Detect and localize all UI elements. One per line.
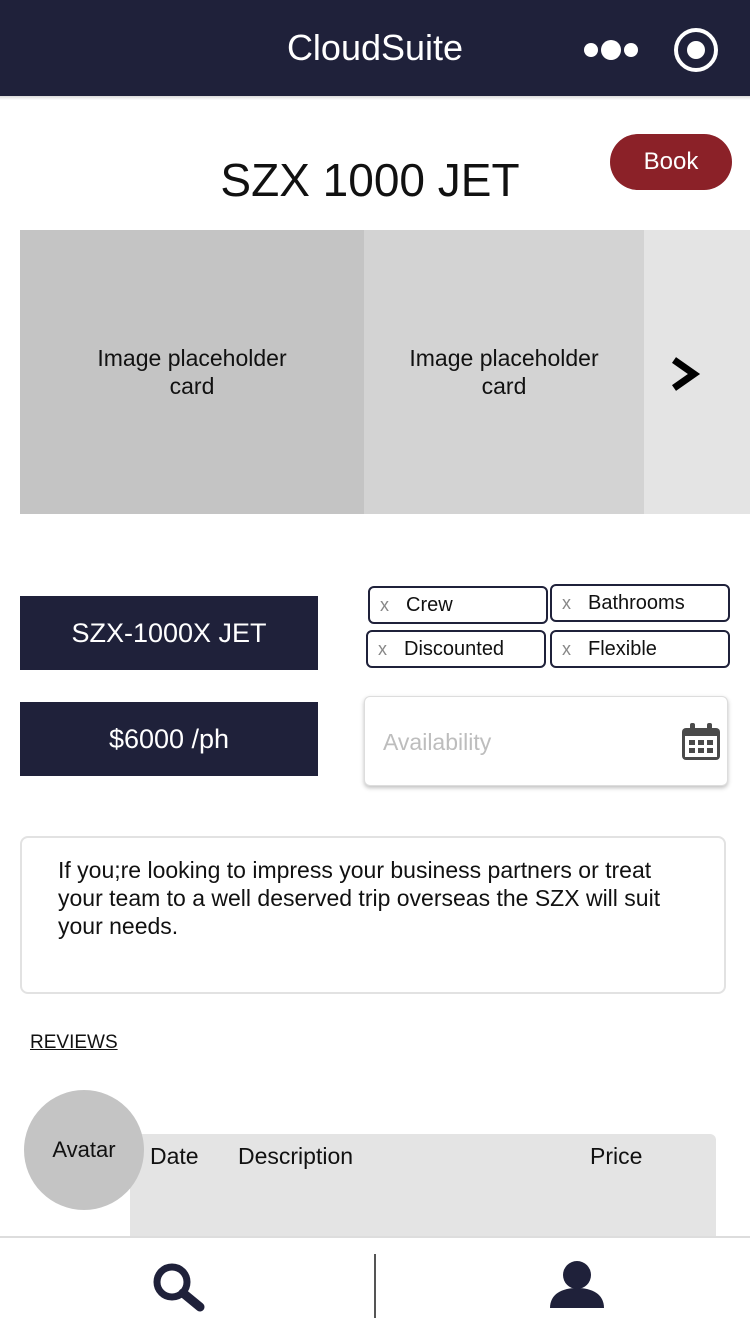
- image-card-label: Image placeholder card: [409, 345, 599, 399]
- filter-chip-flexible[interactable]: x Flexible: [550, 630, 730, 668]
- avatar: Avatar: [24, 1090, 144, 1210]
- description-box: If you;re looking to impress your busine…: [20, 836, 726, 994]
- user-icon[interactable]: [548, 1260, 606, 1310]
- chip-remove-icon[interactable]: x: [380, 588, 389, 622]
- top-bar-shadow: [0, 96, 750, 100]
- review-column-price: Price: [590, 1143, 643, 1169]
- image-carousel[interactable]: Image placeholder card Image placeholder…: [20, 230, 750, 514]
- aircraft-name-button[interactable]: SZX-1000X JET: [20, 596, 318, 670]
- image-card[interactable]: Image placeholder card: [20, 230, 364, 514]
- filter-chip-crew[interactable]: x Crew: [368, 586, 548, 624]
- filter-chip-bathrooms[interactable]: x Bathrooms: [550, 584, 730, 622]
- chip-label: Discounted: [404, 638, 505, 660]
- nav-divider: [374, 1254, 376, 1318]
- review-column-description: Description: [238, 1143, 354, 1169]
- chip-remove-icon[interactable]: x: [378, 632, 387, 666]
- filter-chip-discounted[interactable]: x Discounted: [366, 630, 546, 668]
- price-button[interactable]: $6000 /ph: [20, 702, 318, 776]
- availability-placeholder: Availability: [383, 729, 492, 755]
- search-icon[interactable]: [148, 1262, 208, 1312]
- book-button[interactable]: Book: [610, 134, 732, 190]
- top-app-bar: CloudSuite: [0, 0, 750, 96]
- image-card[interactable]: Image placeholder card: [364, 230, 644, 514]
- review-column-date: Date: [150, 1143, 199, 1169]
- more-dots-icon[interactable]: [584, 40, 638, 60]
- chevron-right-icon[interactable]: [668, 356, 702, 392]
- chip-remove-icon[interactable]: x: [562, 632, 571, 666]
- availability-date-field[interactable]: Availability: [364, 696, 728, 786]
- chip-label: Flexible: [588, 638, 657, 660]
- bottom-navigation: [0, 1236, 750, 1334]
- chip-label: Crew: [406, 594, 453, 616]
- description-text: If you;re looking to impress your busine…: [58, 857, 661, 939]
- reviews-heading[interactable]: REVIEWS: [30, 1032, 118, 1054]
- chip-label: Bathrooms: [588, 592, 685, 614]
- image-card-label: Image placeholder card: [97, 345, 287, 399]
- chip-remove-icon[interactable]: x: [562, 586, 571, 620]
- radio-target-icon[interactable]: [674, 28, 718, 72]
- calendar-icon[interactable]: [681, 723, 721, 761]
